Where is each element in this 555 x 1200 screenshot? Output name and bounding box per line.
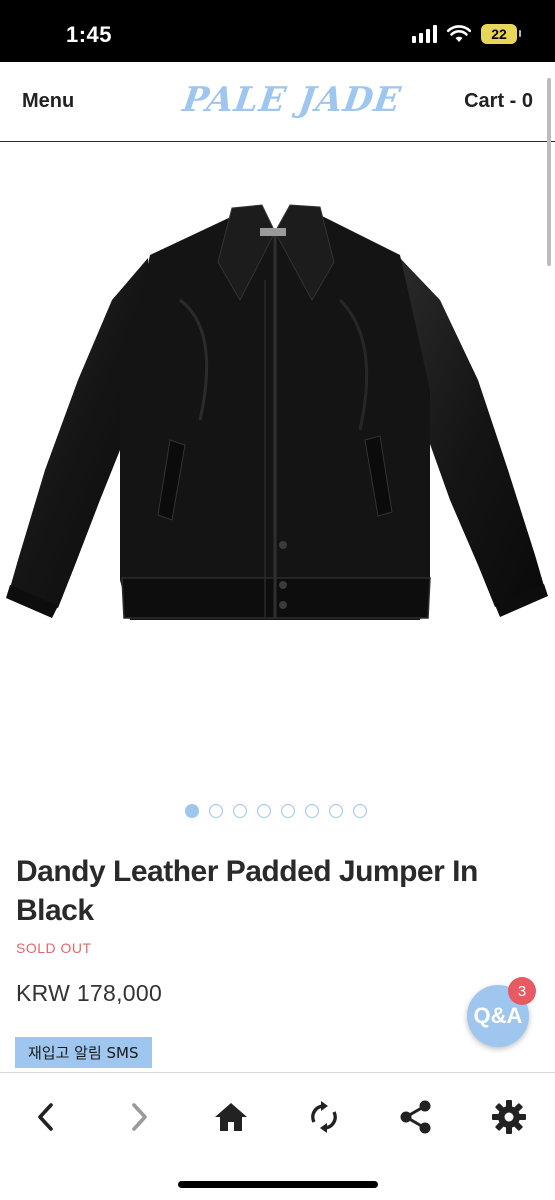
share-button[interactable] bbox=[392, 1093, 440, 1141]
product-price: KRW 178,000 bbox=[16, 980, 163, 1006]
status-bar: 1:45 22 bbox=[0, 0, 555, 62]
share-icon bbox=[400, 1100, 431, 1134]
forward-icon bbox=[132, 1103, 147, 1131]
home-icon bbox=[215, 1103, 247, 1131]
jacket-image bbox=[6, 204, 548, 620]
status-time: 1:45 bbox=[66, 22, 113, 47]
settings-icon bbox=[492, 1100, 526, 1134]
wifi-icon bbox=[447, 25, 471, 42]
menu-button[interactable]: Menu bbox=[22, 90, 74, 113]
carousel-dot[interactable] bbox=[209, 804, 223, 818]
product-title: Dandy Leather Padded Jumper In Black bbox=[16, 855, 478, 927]
carousel-dot[interactable] bbox=[305, 804, 319, 818]
battery-icon: 22 bbox=[481, 24, 521, 44]
browser-toolbar bbox=[0, 1072, 555, 1200]
carousel-dots bbox=[185, 804, 367, 818]
back-icon bbox=[38, 1103, 53, 1131]
reload-button[interactable] bbox=[300, 1093, 348, 1141]
carousel-dot[interactable] bbox=[281, 804, 295, 818]
status-icons: 22 bbox=[412, 24, 521, 44]
brand-logo[interactable]: PALE JADE bbox=[180, 80, 404, 120]
back-button[interactable] bbox=[22, 1093, 70, 1141]
carousel-dot[interactable] bbox=[353, 804, 367, 818]
site-header: Menu PALE JADE Cart - 0 bbox=[0, 62, 555, 142]
forward-button[interactable] bbox=[115, 1093, 163, 1141]
signal-icon bbox=[412, 25, 437, 43]
restock-sms-button[interactable]: 재입고 알림 SMS bbox=[15, 1037, 152, 1068]
carousel-dot[interactable] bbox=[329, 804, 343, 818]
sold-out-label: SOLD OUT bbox=[16, 940, 92, 956]
qa-badge: 3 bbox=[508, 977, 536, 1005]
product-image[interactable] bbox=[0, 150, 555, 780]
carousel-dot[interactable] bbox=[257, 804, 271, 818]
home-indicator[interactable] bbox=[178, 1181, 378, 1188]
home-button[interactable] bbox=[207, 1093, 255, 1141]
carousel-dot[interactable] bbox=[185, 804, 199, 818]
cart-button[interactable]: Cart - 0 bbox=[464, 90, 533, 113]
carousel-dot[interactable] bbox=[233, 804, 247, 818]
reload-icon bbox=[311, 1101, 337, 1133]
settings-button[interactable] bbox=[485, 1093, 533, 1141]
